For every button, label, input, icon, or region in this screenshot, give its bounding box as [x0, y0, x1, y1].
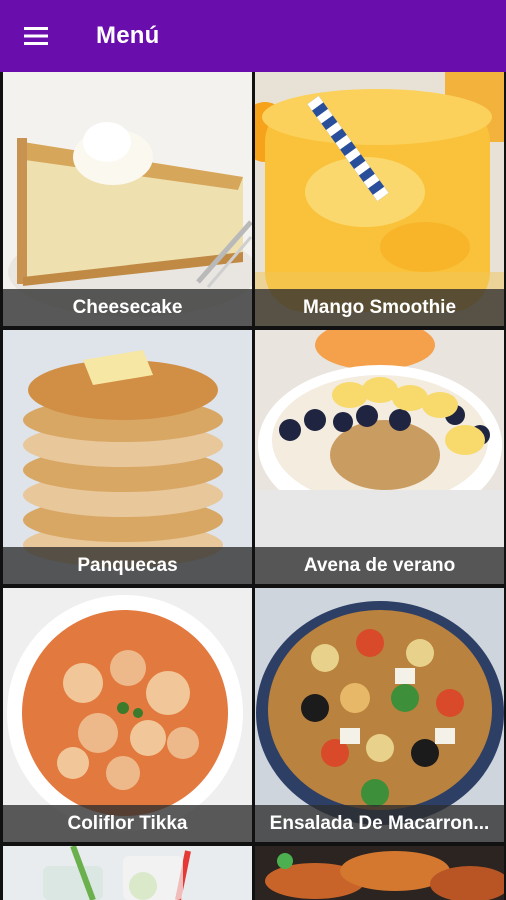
mango-smoothie-image [255, 72, 504, 326]
recipe-title: Ensalada De Macarron... [255, 805, 504, 842]
app-bar: Menú [0, 0, 506, 72]
recipe-card-partial-chicken[interactable] [255, 846, 504, 900]
recipe-card-mango-smoothie[interactable]: Mango Smoothie [255, 72, 504, 326]
recipe-title: Cheesecake [3, 289, 252, 326]
recipe-card-panquecas[interactable]: Panquecas [3, 330, 252, 584]
recipe-card-ensalada-de-macarrones[interactable]: Ensalada De Macarron... [255, 588, 504, 842]
drinks-image [3, 846, 252, 900]
chicken-image [255, 846, 504, 900]
cheesecake-image [3, 72, 252, 326]
recipe-title: Panquecas [3, 547, 252, 584]
recipe-card-partial-drinks[interactable] [3, 846, 252, 900]
pasta-salad-image [255, 588, 504, 842]
cauliflower-tikka-image [3, 588, 252, 842]
recipe-title: Avena de verano [255, 547, 504, 584]
oatmeal-image [255, 330, 504, 584]
recipe-grid: Cheesecake Mango Smoothie Panquecas Aven… [0, 72, 506, 900]
recipe-card-avena-de-verano[interactable]: Avena de verano [255, 330, 504, 584]
pancakes-image [3, 330, 252, 584]
recipe-title: Coliflor Tikka [3, 805, 252, 842]
hamburger-menu-icon[interactable] [18, 22, 54, 50]
recipe-title: Mango Smoothie [255, 289, 504, 326]
recipe-card-coliflor-tikka[interactable]: Coliflor Tikka [3, 588, 252, 842]
recipe-card-cheesecake[interactable]: Cheesecake [3, 72, 252, 326]
page-title: Menú [96, 22, 160, 49]
